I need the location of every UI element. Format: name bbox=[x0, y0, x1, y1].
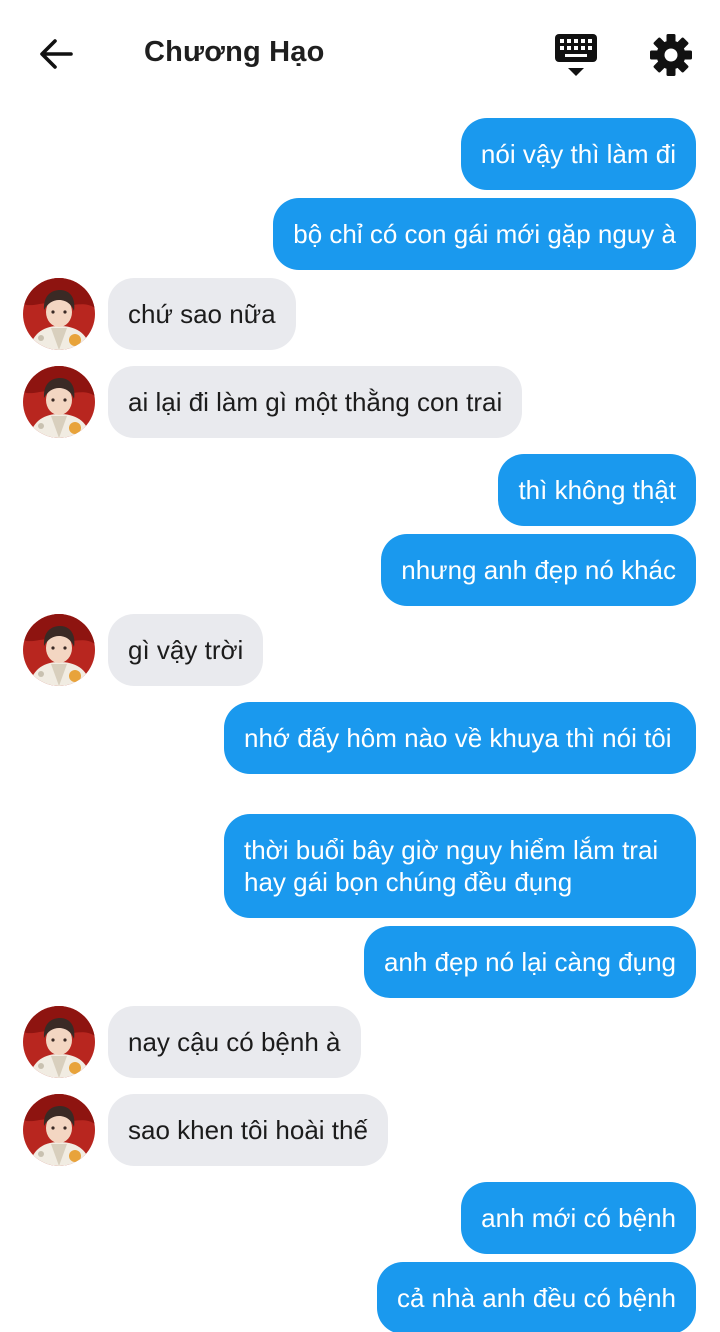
outgoing-message[interactable]: nhớ đấy hôm nào về khuya thì nói tôi bbox=[224, 702, 696, 774]
incoming-message[interactable]: gì vậy trời bbox=[108, 614, 264, 686]
incoming-message[interactable]: nay cậu có bệnh à bbox=[108, 1006, 361, 1078]
outgoing-message[interactable]: anh mới có bệnh bbox=[461, 1182, 696, 1254]
outgoing-message[interactable]: thì không thật bbox=[498, 454, 696, 526]
contact-avatar[interactable] bbox=[23, 614, 95, 686]
chat-header: Chương Hạo bbox=[0, 0, 720, 108]
outgoing-message[interactable]: thời buổi bây giờ nguy hiểm lắm trai hay… bbox=[224, 814, 696, 918]
settings-button[interactable] bbox=[648, 32, 694, 78]
contact-name: Chương Hạo bbox=[144, 36, 325, 68]
outgoing-message[interactable]: nhưng anh đẹp nó khác bbox=[381, 534, 696, 606]
back-button[interactable] bbox=[34, 34, 78, 74]
outgoing-message[interactable]: nói vậy thì làm đi bbox=[460, 118, 696, 190]
incoming-message[interactable]: chứ sao nữa bbox=[108, 278, 296, 350]
keyboard-icon bbox=[555, 34, 597, 76]
contact-avatar[interactable] bbox=[23, 1006, 95, 1078]
incoming-message[interactable]: sao khen tôi hoài thế bbox=[108, 1094, 388, 1166]
gear-icon bbox=[650, 34, 692, 76]
outgoing-message[interactable]: bộ chỉ có con gái mới gặp nguy à bbox=[273, 198, 696, 270]
arrow-left-icon bbox=[40, 39, 73, 69]
outgoing-message[interactable]: cả nhà anh đều có bệnh bbox=[376, 1262, 696, 1332]
contact-avatar[interactable] bbox=[23, 278, 95, 350]
incoming-message[interactable]: ai lại đi làm gì một thằng con trai bbox=[108, 366, 523, 438]
contact-avatar[interactable] bbox=[23, 366, 95, 438]
keyboard-button[interactable] bbox=[552, 30, 600, 80]
contact-avatar[interactable] bbox=[23, 1094, 95, 1166]
outgoing-message[interactable]: anh đẹp nó lại càng đụng bbox=[363, 926, 696, 998]
